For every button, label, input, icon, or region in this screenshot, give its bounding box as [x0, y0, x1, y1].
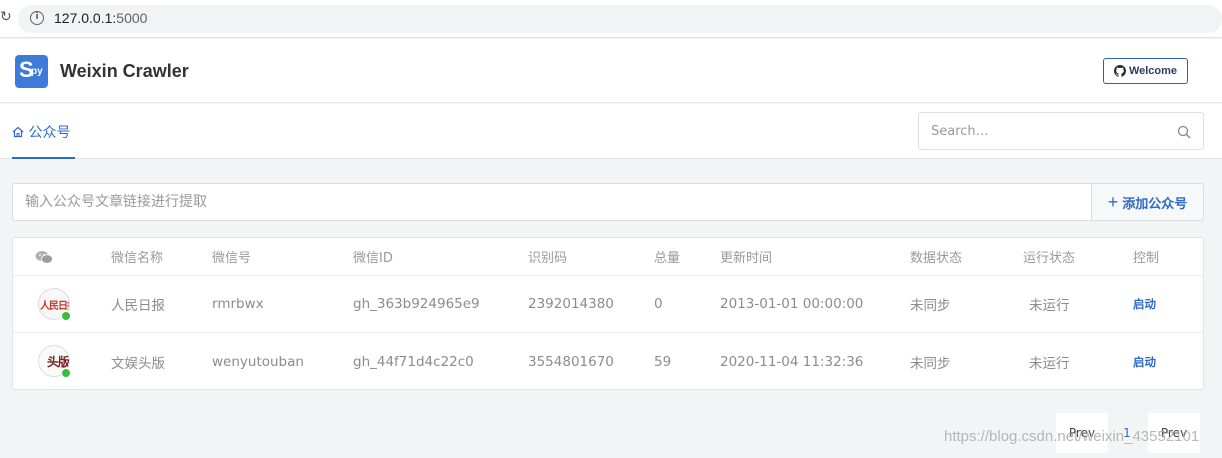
cell-total: 59: [654, 353, 672, 370]
cell-run-status: 未运行: [1029, 355, 1070, 372]
app-header: S py Weixin Crawler Welcome: [0, 39, 1222, 103]
github-icon: [1113, 65, 1126, 77]
reload-icon[interactable]: ↻: [0, 9, 12, 25]
add-account-button[interactable]: + 添加公众号: [1091, 183, 1204, 221]
info-icon[interactable]: i: [30, 11, 44, 25]
cell-name: 文娱头版: [111, 355, 165, 372]
wechat-icon: [35, 250, 53, 264]
url-host: 127.0.0.1:: [54, 10, 117, 26]
cell-data-status: 未同步: [910, 355, 951, 372]
browser-address-bar: ↻ i 127.0.0.1:5000: [0, 0, 1222, 38]
watermark: https://blog.csdn.net/weixin_43552101: [944, 428, 1200, 445]
cell-wx-id: gh_363b924965e9: [353, 296, 480, 312]
col-header-run-status: 运行状态: [1023, 251, 1076, 266]
search-icon[interactable]: [1177, 125, 1191, 139]
plus-icon: +: [1107, 192, 1119, 212]
home-icon: [12, 126, 24, 138]
table-header-row: 微信名称 微信号 微信ID 识别码 总量 更新时间 数据状态 运行状态 控制: [13, 238, 1203, 276]
cell-account: wenyutouban: [212, 353, 304, 370]
tab-bar: 公众号: [0, 104, 1222, 159]
col-header-total: 总量: [654, 251, 681, 266]
cell-account: rmrbwx: [212, 296, 264, 312]
col-header-control: 控制: [1133, 251, 1160, 266]
table-row: 头版 文娱头版 wenyutouban gh_44f71d4c22c0 3554…: [13, 333, 1203, 390]
col-header-data-status: 数据状态: [910, 251, 963, 266]
online-indicator: [61, 368, 71, 378]
col-header-code: 识别码: [528, 251, 568, 266]
cell-code: 2392014380: [528, 296, 614, 312]
start-button[interactable]: 启动: [1133, 276, 1156, 332]
online-indicator: [61, 311, 71, 321]
url-port: 5000: [116, 10, 148, 26]
app-logo: S py: [15, 55, 48, 88]
url-bar[interactable]: i 127.0.0.1:5000: [18, 5, 1222, 33]
cell-updated: 2013-01-01 00:00:00: [720, 296, 864, 312]
accounts-table: 微信名称 微信号 微信ID 识别码 总量 更新时间 数据状态 运行状态 控制 人…: [12, 237, 1204, 390]
cell-run-status: 未运行: [1029, 298, 1070, 314]
cell-wx-id: gh_44f71d4c22c0: [353, 353, 474, 370]
table-row: 人民日报 人民日报 rmrbwx gh_363b924965e9 2392014…: [13, 276, 1203, 333]
tab-label: 公众号: [28, 125, 71, 141]
cell-name: 人民日报: [111, 298, 165, 314]
col-header-updated: 更新时间: [720, 251, 773, 266]
wechat-icon-header: [35, 238, 53, 275]
article-link-input[interactable]: [13, 184, 1091, 220]
cell-updated: 2020-11-04 11:32:36: [720, 353, 864, 370]
add-account-label: 添加公众号: [1122, 195, 1188, 211]
col-header-account: 微信号: [212, 251, 252, 266]
welcome-button[interactable]: Welcome: [1103, 58, 1188, 84]
article-link-field: [12, 183, 1092, 221]
welcome-label: Welcome: [1128, 65, 1178, 77]
tab-official-accounts[interactable]: 公众号: [12, 104, 75, 159]
search-box: [918, 112, 1204, 150]
url-text: 127.0.0.1:5000: [54, 10, 147, 26]
app-title: Weixin Crawler: [60, 61, 189, 81]
search-input[interactable]: [919, 113, 1169, 149]
logo-sub: py: [31, 66, 43, 77]
avatar-text: 人民日报: [40, 301, 69, 312]
cell-total: 0: [654, 296, 663, 312]
col-header-wx-id: 微信ID: [353, 251, 393, 266]
col-header-name: 微信名称: [111, 251, 164, 266]
cell-data-status: 未同步: [910, 298, 951, 314]
start-button[interactable]: 启动: [1133, 333, 1156, 390]
cell-code: 3554801670: [528, 353, 614, 370]
